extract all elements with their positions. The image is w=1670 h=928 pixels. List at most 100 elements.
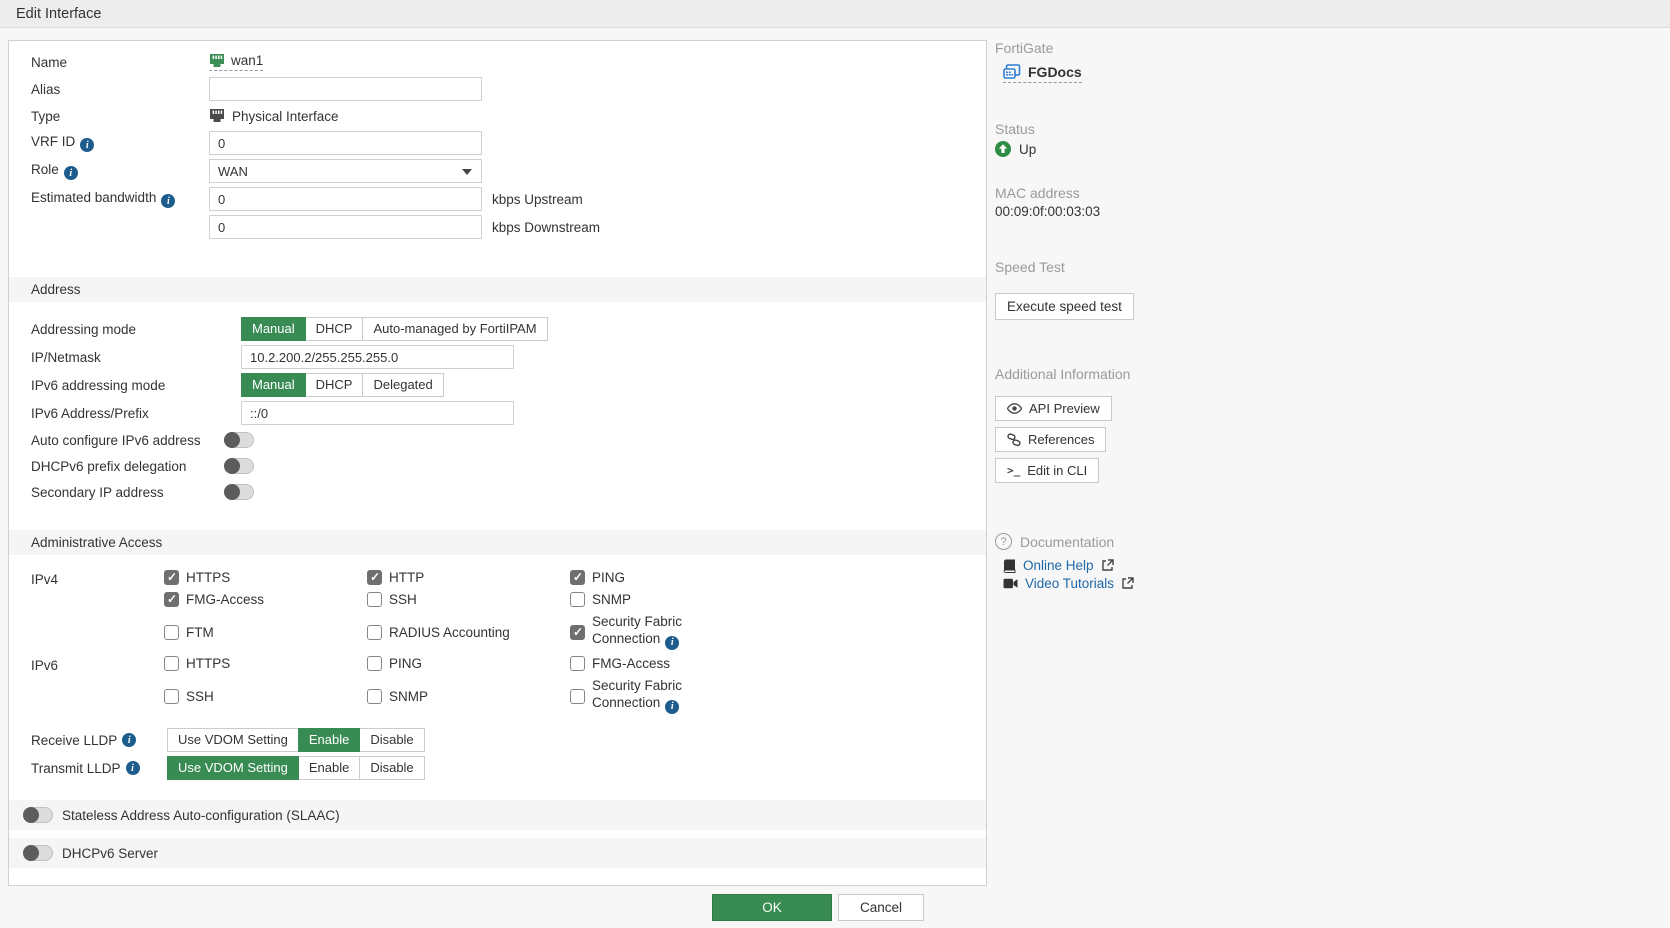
info-icon[interactable]: i: [64, 166, 78, 180]
ethernet-port-icon: [209, 54, 225, 68]
transmit-lldp-label: Transmit LLDPi: [31, 761, 167, 776]
address-section-header: Address: [9, 277, 986, 302]
ipv6-mode-label: IPv6 addressing mode: [31, 378, 241, 393]
online-help-row: Online Help: [1003, 558, 1325, 573]
checkbox-ipv4-security-fabric[interactable]: [570, 625, 585, 640]
cancel-button[interactable]: Cancel: [838, 894, 924, 921]
dhcpv6-server-toggle[interactable]: [23, 845, 53, 861]
ipv6-mode-dhcp[interactable]: DHCP: [305, 373, 364, 397]
info-icon[interactable]: i: [126, 761, 140, 775]
fortigate-header: FortiGate: [995, 40, 1325, 56]
upstream-unit-label: kbps Upstream: [492, 192, 583, 207]
bandwidth-downstream-input[interactable]: [209, 215, 482, 239]
video-tutorials-row: Video Tutorials: [1003, 576, 1325, 591]
checkbox-ipv6-fmg-access[interactable]: [570, 656, 585, 671]
vrf-label: VRF IDi: [31, 134, 209, 153]
references-button[interactable]: References: [995, 427, 1106, 452]
video-tutorials-link[interactable]: Video Tutorials: [1025, 576, 1114, 591]
checkbox-ipv6-ping[interactable]: [367, 656, 382, 671]
checkbox-ipv4-ftm[interactable]: [164, 625, 179, 640]
checkbox-ipv4-fmg-access[interactable]: [164, 592, 179, 607]
info-icon[interactable]: i: [122, 733, 136, 747]
row-ip-netmask: IP/Netmask: [31, 345, 964, 369]
ipv4-label: IPv4: [31, 570, 164, 650]
bandwidth-label: Estimated bandwidthi: [31, 190, 209, 209]
info-icon[interactable]: i: [80, 138, 94, 152]
ip-netmask-label: IP/Netmask: [31, 350, 241, 365]
checkbox-ipv4-ping[interactable]: [570, 570, 585, 585]
external-link-icon: [1121, 577, 1134, 590]
row-name: Name wan1: [31, 51, 964, 73]
status-up-icon: [995, 141, 1011, 157]
checkbox-ipv6-security-fabric[interactable]: [570, 689, 585, 704]
addressing-mode-label: Addressing mode: [31, 322, 241, 337]
dhcpv6-prefix-toggle[interactable]: [224, 458, 254, 474]
info-icon[interactable]: i: [161, 194, 175, 208]
row-dhcpv6-prefix: DHCPv6 prefix delegation: [31, 455, 964, 477]
info-icon[interactable]: i: [665, 636, 679, 650]
checkbox-ipv6-ssh[interactable]: [164, 689, 179, 704]
row-auto-ipv6: Auto configure IPv6 address: [31, 429, 964, 451]
checkbox-ipv4-ssh[interactable]: [367, 592, 382, 607]
ipv6-mode-manual[interactable]: Manual: [241, 373, 306, 397]
checkbox-ipv4-https[interactable]: [164, 570, 179, 585]
checkbox-ipv4-http[interactable]: [367, 570, 382, 585]
receive-lldp-vdom[interactable]: Use VDOM Setting: [167, 728, 299, 752]
info-icon[interactable]: i: [665, 700, 679, 714]
ok-button[interactable]: OK: [712, 894, 832, 921]
transmit-lldp-vdom[interactable]: Use VDOM Setting: [167, 756, 299, 780]
type-value: Physical Interface: [232, 109, 339, 124]
row-alias: Alias: [31, 77, 964, 101]
addressing-mode-fortiipam[interactable]: Auto-managed by FortiIPAM: [362, 317, 547, 341]
secondary-ip-toggle[interactable]: [224, 484, 254, 500]
receive-lldp-enable[interactable]: Enable: [298, 728, 360, 752]
edit-interface-form: Name wan1 Alias Type Physical Interface …: [8, 40, 987, 886]
auto-ipv6-toggle[interactable]: [224, 432, 254, 448]
execute-speed-test-button[interactable]: Execute speed test: [995, 293, 1134, 320]
ipv6-label: IPv6: [31, 656, 164, 714]
api-preview-button[interactable]: API Preview: [995, 396, 1112, 421]
role-value: WAN: [218, 164, 248, 179]
status-header: Status: [995, 121, 1325, 137]
additional-info-header: Additional Information: [995, 366, 1325, 382]
bandwidth-upstream-input[interactable]: [209, 187, 482, 211]
interface-name-value[interactable]: wan1: [209, 53, 263, 71]
terminal-icon: >_: [1007, 464, 1020, 477]
addressing-mode-manual[interactable]: Manual: [241, 317, 306, 341]
online-help-link[interactable]: Online Help: [1023, 558, 1094, 573]
page-title-bar: Edit Interface: [0, 0, 1670, 28]
eye-icon: [1007, 403, 1022, 414]
checkbox-ipv4-radius-accounting[interactable]: [367, 625, 382, 640]
fortigate-device-link[interactable]: FGDocs: [1003, 64, 1082, 83]
row-bandwidth-down: kbps Downstream: [31, 215, 964, 239]
row-type: Type Physical Interface: [31, 105, 964, 127]
page-title: Edit Interface: [16, 6, 101, 22]
row-role: Rolei WAN: [31, 159, 964, 183]
vrf-input[interactable]: [209, 131, 482, 155]
addressing-mode-dhcp[interactable]: DHCP: [305, 317, 364, 341]
row-ipv6-prefix: IPv6 Address/Prefix: [31, 401, 964, 425]
ipv6-mode-segmented: Manual DHCP Delegated: [241, 373, 444, 397]
speed-test-header: Speed Test: [995, 259, 1325, 275]
addressing-mode-segmented: Manual DHCP Auto-managed by FortiIPAM: [241, 317, 548, 341]
edit-in-cli-button[interactable]: >_ Edit in CLI: [995, 458, 1099, 483]
receive-lldp-disable[interactable]: Disable: [359, 728, 424, 752]
transmit-lldp-disable[interactable]: Disable: [359, 756, 424, 780]
checkbox-ipv6-snmp[interactable]: [367, 689, 382, 704]
chevron-down-icon: [462, 169, 472, 175]
ip-netmask-input[interactable]: [241, 345, 514, 369]
alias-input[interactable]: [209, 77, 482, 101]
checkbox-ipv4-snmp[interactable]: [570, 592, 585, 607]
row-addressing-mode: Addressing mode Manual DHCP Auto-managed…: [31, 317, 964, 341]
downstream-unit-label: kbps Downstream: [492, 220, 600, 235]
transmit-lldp-enable[interactable]: Enable: [298, 756, 360, 780]
slaac-toggle[interactable]: [23, 807, 53, 823]
ipv6-prefix-input[interactable]: [241, 401, 514, 425]
mac-value: 00:09:0f:00:03:03: [995, 204, 1325, 219]
transmit-lldp-segmented: Use VDOM Setting Enable Disable: [167, 756, 425, 780]
checkbox-ipv6-https[interactable]: [164, 656, 179, 671]
dhcpv6-server-label: DHCPv6 Server: [62, 846, 158, 861]
ipv6-mode-delegated[interactable]: Delegated: [362, 373, 443, 397]
row-transmit-lldp: Transmit LLDPi Use VDOM Setting Enable D…: [31, 756, 964, 780]
role-select[interactable]: WAN: [209, 159, 482, 183]
